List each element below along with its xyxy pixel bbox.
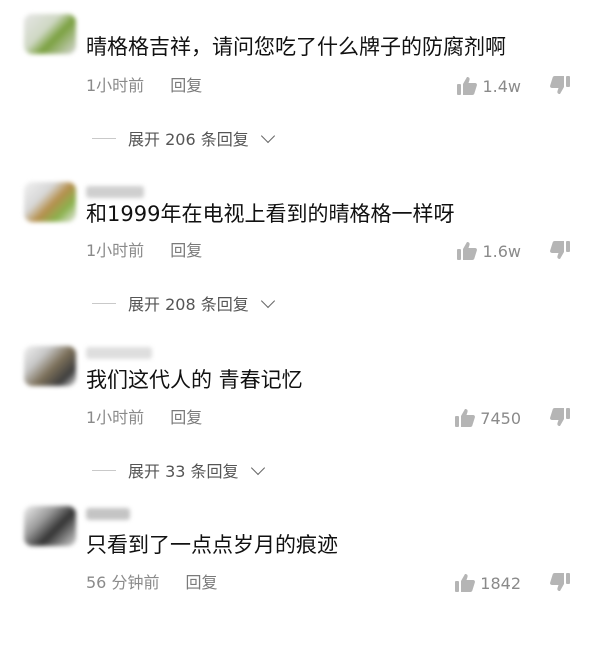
comment-text: 只看到了一点点岁月的痕迹 — [86, 533, 338, 557]
comment-item: 我们这代人的 青春记忆 1小时前 回复 7450 展开 33 条回复 — [0, 333, 597, 483]
thumbs-up-icon — [456, 76, 478, 96]
thumbs-down-icon — [549, 572, 571, 592]
like-count: 7450 — [480, 408, 521, 428]
expand-replies-label: 展开 206 条回复 — [128, 130, 249, 149]
thumbs-down-icon — [549, 240, 571, 260]
chevron-down-icon — [260, 293, 275, 308]
reply-button[interactable]: 回复 — [170, 408, 202, 428]
avatar[interactable] — [24, 14, 76, 54]
comment-meta: 1小时前 回复 — [86, 408, 202, 428]
expand-replies-button[interactable]: 展开 33 条回复 — [92, 458, 265, 482]
comment-text: 和1999年在电视上看到的晴格格一样呀 — [86, 202, 455, 226]
like-button[interactable]: 1842 — [454, 573, 521, 593]
chevron-down-icon — [260, 128, 275, 143]
dislike-button[interactable] — [549, 572, 571, 592]
reply-button[interactable]: 回复 — [185, 573, 217, 593]
comment-time: 1小时前 — [86, 408, 145, 427]
comment-time: 1小时前 — [86, 76, 145, 95]
username[interactable] — [86, 347, 152, 359]
reply-button[interactable]: 回复 — [170, 76, 202, 96]
thumbs-up-icon — [456, 241, 478, 261]
dislike-button[interactable] — [549, 75, 571, 95]
comment-text: 晴格格吉祥，请问您吃了什么牌子的防腐剂啊 — [86, 35, 506, 59]
like-count: 1842 — [480, 573, 521, 593]
avatar[interactable] — [24, 182, 76, 222]
thumbs-down-icon — [549, 407, 571, 427]
comment-meta: 1小时前 回复 — [86, 241, 202, 261]
expand-replies-button[interactable]: 展开 208 条回复 — [92, 291, 275, 315]
expand-replies-button[interactable]: 展开 206 条回复 — [92, 126, 275, 150]
username[interactable] — [86, 186, 144, 198]
thumbs-up-icon — [454, 408, 476, 428]
dislike-button[interactable] — [549, 240, 571, 260]
comment-item: 只看到了一点点岁月的痕迹 56 分钟前 回复 1842 — [0, 498, 597, 648]
comment-meta: 1小时前 回复 — [86, 76, 202, 96]
thumbs-down-icon — [549, 75, 571, 95]
divider-line — [92, 302, 116, 304]
like-button[interactable]: 1.4w — [456, 76, 521, 96]
reply-button[interactable]: 回复 — [170, 241, 202, 261]
thumbs-up-icon — [454, 573, 476, 593]
divider-line — [92, 137, 116, 139]
comment-item: 和1999年在电视上看到的晴格格一样呀 1小时前 回复 1.6w 展开 208 … — [0, 166, 597, 316]
comment-time: 56 分钟前 — [86, 573, 160, 592]
expand-replies-label: 展开 33 条回复 — [128, 462, 239, 481]
comment-item: 晴格格吉祥，请问您吃了什么牌子的防腐剂啊 1小时前 回复 1.4w 展开 206… — [0, 0, 597, 150]
comment-meta: 56 分钟前 回复 — [86, 573, 217, 593]
like-count: 1.4w — [482, 76, 521, 96]
comment-text: 我们这代人的 青春记忆 — [86, 368, 303, 392]
avatar[interactable] — [24, 506, 76, 546]
expand-replies-label: 展开 208 条回复 — [128, 295, 249, 314]
like-button[interactable]: 7450 — [454, 408, 521, 428]
comment-time: 1小时前 — [86, 241, 145, 260]
dislike-button[interactable] — [549, 407, 571, 427]
username[interactable] — [86, 508, 130, 520]
chevron-down-icon — [250, 460, 265, 475]
avatar[interactable] — [24, 346, 76, 386]
divider-line — [92, 469, 116, 471]
like-button[interactable]: 1.6w — [456, 241, 521, 261]
like-count: 1.6w — [482, 241, 521, 261]
